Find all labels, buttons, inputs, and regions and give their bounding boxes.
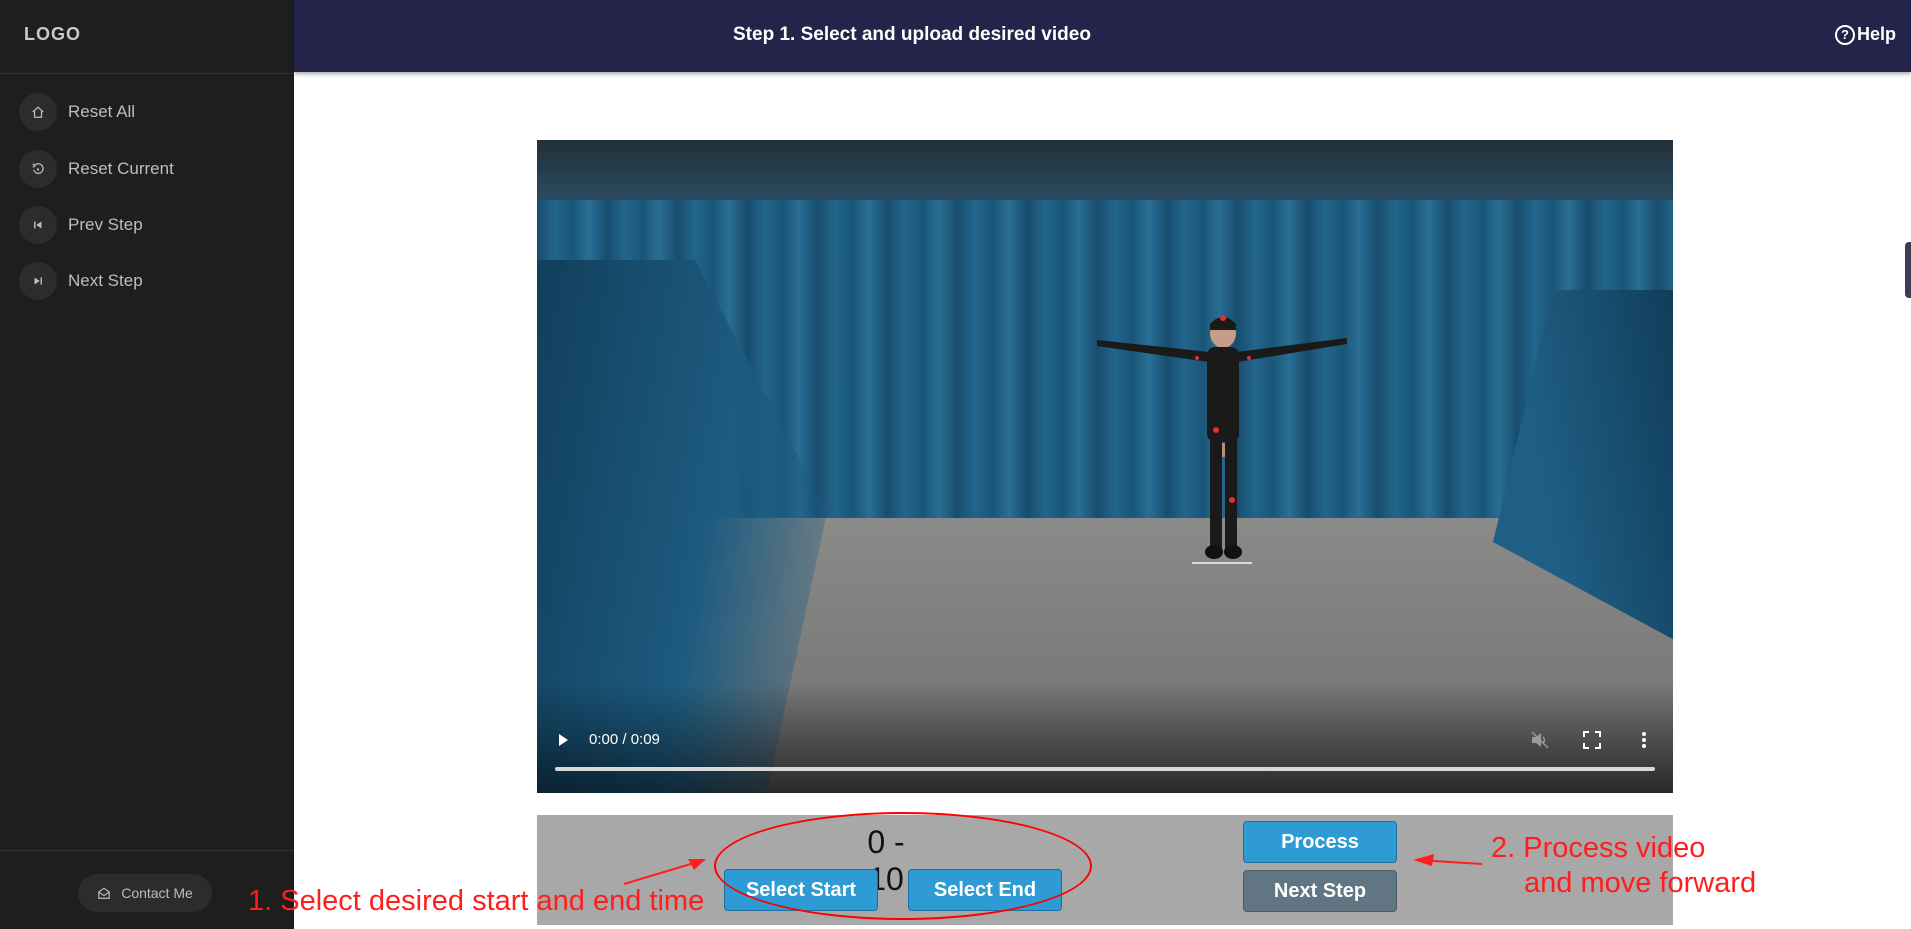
home-icon: [19, 93, 57, 131]
sidebar-item-label: Reset All: [68, 102, 136, 121]
sidebar-item-label: Prev Step: [68, 215, 143, 234]
more-options-icon[interactable]: [1638, 730, 1650, 750]
video-frame-person: [1097, 315, 1347, 564]
help-icon: ?: [1835, 24, 1855, 45]
video-progress-track[interactable]: [555, 767, 1655, 771]
sidebar-item-label: Reset Current: [68, 159, 174, 178]
side-scroll-tab[interactable]: [1905, 242, 1911, 298]
mail-icon: [98, 887, 111, 899]
sidebar-divider: [0, 73, 294, 74]
fullscreen-icon[interactable]: [1583, 731, 1601, 749]
logo: LOGO: [24, 24, 81, 44]
volume-muted-icon[interactable]: [1530, 731, 1550, 749]
help-button[interactable]: ? Help: [1835, 24, 1911, 45]
select-end-button[interactable]: Select End: [908, 869, 1062, 911]
select-start-button[interactable]: Select Start: [724, 869, 878, 911]
play-icon[interactable]: [555, 732, 571, 748]
next-step-icon: [19, 262, 57, 300]
prev-step-icon: [19, 206, 57, 244]
next-step-button[interactable]: Next Step: [1243, 870, 1397, 912]
sidebar-item-prev-step[interactable]: Prev Step: [19, 205, 279, 245]
sidebar-item-reset-all[interactable]: Reset All: [19, 92, 279, 132]
contact-me-label: Contact Me: [121, 885, 193, 901]
contact-me-button[interactable]: Contact Me: [78, 874, 212, 912]
sidebar-item-label: Next Step: [68, 271, 143, 290]
annotation-process-line2: and move forward: [1524, 867, 1757, 899]
sidebar-item-reset-current[interactable]: Reset Current: [19, 149, 279, 189]
sidebar-item-next-step[interactable]: Next Step: [19, 261, 279, 301]
reset-icon: [19, 150, 57, 188]
video-frame-ceiling: [537, 140, 1673, 200]
sidebar-divider: [0, 850, 294, 851]
page-title: Step 1. Select and upload desired video: [733, 24, 1091, 45]
help-label: Help: [1857, 24, 1897, 44]
sidebar: LOGO Reset All Reset Current Prev Step N…: [0, 0, 294, 929]
annotation-process-line1: 2. Process video: [1491, 832, 1706, 864]
process-button[interactable]: Process: [1243, 821, 1397, 863]
annotation-select-time: 1. Select desired start and end time: [248, 885, 705, 917]
video-time: 0:00 / 0:09: [589, 731, 660, 748]
video-player[interactable]: 0:00 / 0:09: [537, 140, 1673, 793]
header-bar: Step 1. Select and upload desired video …: [294, 0, 1911, 72]
video-controls-shade: [537, 683, 1673, 793]
